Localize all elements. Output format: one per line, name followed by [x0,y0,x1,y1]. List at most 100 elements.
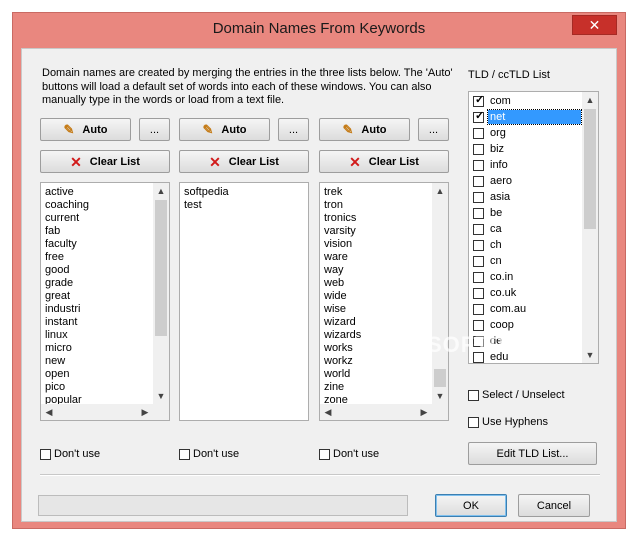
tld-item[interactable]: co.uk [469,285,583,301]
load-file-button-2[interactable]: ... [278,118,309,141]
tld-checklist[interactable]: ✓ com ✓ net org biz info aero asia be ca ch cn co.in c… [468,91,599,364]
checkbox[interactable] [473,319,484,331]
word-list-2[interactable]: softpedia test [179,182,309,421]
list-item[interactable]: free [45,251,89,264]
scroll-down-icon[interactable]: ▼ [432,388,448,404]
list-item[interactable]: new [45,355,89,368]
close-button[interactable]: ✕ [572,15,617,35]
checkbox[interactable] [473,175,484,187]
tld-item[interactable]: com.au [469,301,583,317]
scroll-up-icon[interactable]: ▲ [432,183,448,199]
list-item[interactable]: world [324,368,361,381]
scroll-down-icon[interactable]: ▼ [153,388,169,404]
list-item[interactable]: fab [45,225,89,238]
list-item[interactable]: good [45,264,89,277]
checkbox[interactable] [473,159,484,171]
vertical-scrollbar[interactable]: ▲ ▼ [153,183,169,404]
list-item[interactable]: works [324,342,361,355]
checkbox[interactable] [473,271,484,283]
use-hyphens-checkbox[interactable]: Use Hyphens [468,416,548,428]
list-item[interactable]: industri [45,303,89,316]
list-item[interactable]: way [324,264,361,277]
edit-tld-list-button[interactable]: Edit TLD List... [468,442,597,465]
checkbox[interactable]: ✓ [473,94,484,107]
scroll-left-icon[interactable]: ◀ [320,404,336,420]
word-list-1[interactable]: active coaching current fab faculty free good g… [40,182,170,421]
ok-button[interactable]: OK [435,494,507,517]
select-unselect-checkbox[interactable]: Select / Unselect [468,389,565,401]
list-item[interactable]: workz [324,355,361,368]
list-item[interactable]: wise [324,303,361,316]
scroll-up-icon[interactable]: ▲ [582,92,598,108]
list-item[interactable]: grade [45,277,89,290]
checkbox[interactable] [40,448,51,460]
list-item[interactable]: ware [324,251,361,264]
list-item[interactable]: micro [45,342,89,355]
scroll-right-icon[interactable]: ▶ [137,404,153,420]
horizontal-scrollbar[interactable]: ◀ ▶ [320,404,432,420]
auto-button-3[interactable]: ✎ Auto [319,118,410,141]
checkbox[interactable] [473,191,484,203]
list-item[interactable]: trek [324,186,361,199]
clear-list-button-2[interactable]: ✕ Clear List [179,150,309,173]
tld-item[interactable]: be [469,205,583,221]
list-item[interactable]: tronics [324,212,361,225]
clear-list-button-3[interactable]: ✕ Clear List [319,150,449,173]
clear-list-button-1[interactable]: ✕ Clear List [40,150,170,173]
checkbox[interactable] [473,207,484,219]
checkbox[interactable] [468,416,479,428]
scroll-down-icon[interactable]: ▼ [582,347,598,363]
tld-item[interactable]: info [469,157,583,173]
list-item[interactable]: vision [324,238,361,251]
checkbox[interactable] [473,127,484,139]
auto-button-2[interactable]: ✎ Auto [179,118,270,141]
list-item[interactable]: test [184,199,229,212]
vertical-scrollbar[interactable]: ▲ ▼ [582,92,598,363]
auto-button-1[interactable]: ✎ Auto [40,118,131,141]
list-item[interactable]: instant [45,316,89,329]
tld-item[interactable]: org [469,125,583,141]
list-item[interactable]: tron [324,199,361,212]
tld-item[interactable]: biz [469,141,583,157]
list-item[interactable]: coaching [45,199,89,212]
list-item[interactable]: pico [45,381,89,394]
tld-item[interactable]: ✓ com [469,93,583,109]
checkbox[interactable]: ✓ [473,110,484,123]
scroll-left-icon[interactable]: ◀ [41,404,57,420]
checkbox[interactable] [179,448,190,460]
cancel-button[interactable]: Cancel [518,494,590,517]
tld-item[interactable]: ch [469,237,583,253]
tld-item[interactable]: co.in [469,269,583,285]
list-item[interactable]: zine [324,381,361,394]
list-item[interactable]: wizards [324,329,361,342]
dont-use-checkbox-2[interactable]: Don't use [179,448,239,460]
dont-use-checkbox-3[interactable]: Don't use [319,448,379,460]
vertical-scrollbar[interactable]: ▲ ▼ [432,183,448,404]
tld-item[interactable]: aero [469,173,583,189]
tld-item[interactable]: cn [469,253,583,269]
scroll-right-icon[interactable]: ▶ [416,404,432,420]
list-item[interactable]: softpedia [184,186,229,199]
list-item[interactable]: wizard [324,316,361,329]
scroll-thumb[interactable] [434,369,446,387]
list-item[interactable]: web [324,277,361,290]
list-item[interactable]: linux [45,329,89,342]
word-list-3[interactable]: trek tron tronics varsity vision ware way web wi… [319,182,449,421]
list-item[interactable]: open [45,368,89,381]
list-item[interactable]: faculty [45,238,89,251]
scroll-thumb[interactable] [155,200,167,336]
dont-use-checkbox-1[interactable]: Don't use [40,448,100,460]
list-item[interactable]: current [45,212,89,225]
checkbox[interactable] [473,239,484,251]
load-file-button-3[interactable]: ... [418,118,449,141]
list-item[interactable]: great [45,290,89,303]
tld-item[interactable]: asia [469,189,583,205]
checkbox[interactable] [473,223,484,235]
list-item[interactable]: active [45,186,89,199]
load-file-button-1[interactable]: ... [139,118,170,141]
scroll-up-icon[interactable]: ▲ [153,183,169,199]
list-item[interactable]: varsity [324,225,361,238]
checkbox[interactable] [468,389,479,401]
checkbox[interactable] [319,448,330,460]
list-item[interactable]: wide [324,290,361,303]
